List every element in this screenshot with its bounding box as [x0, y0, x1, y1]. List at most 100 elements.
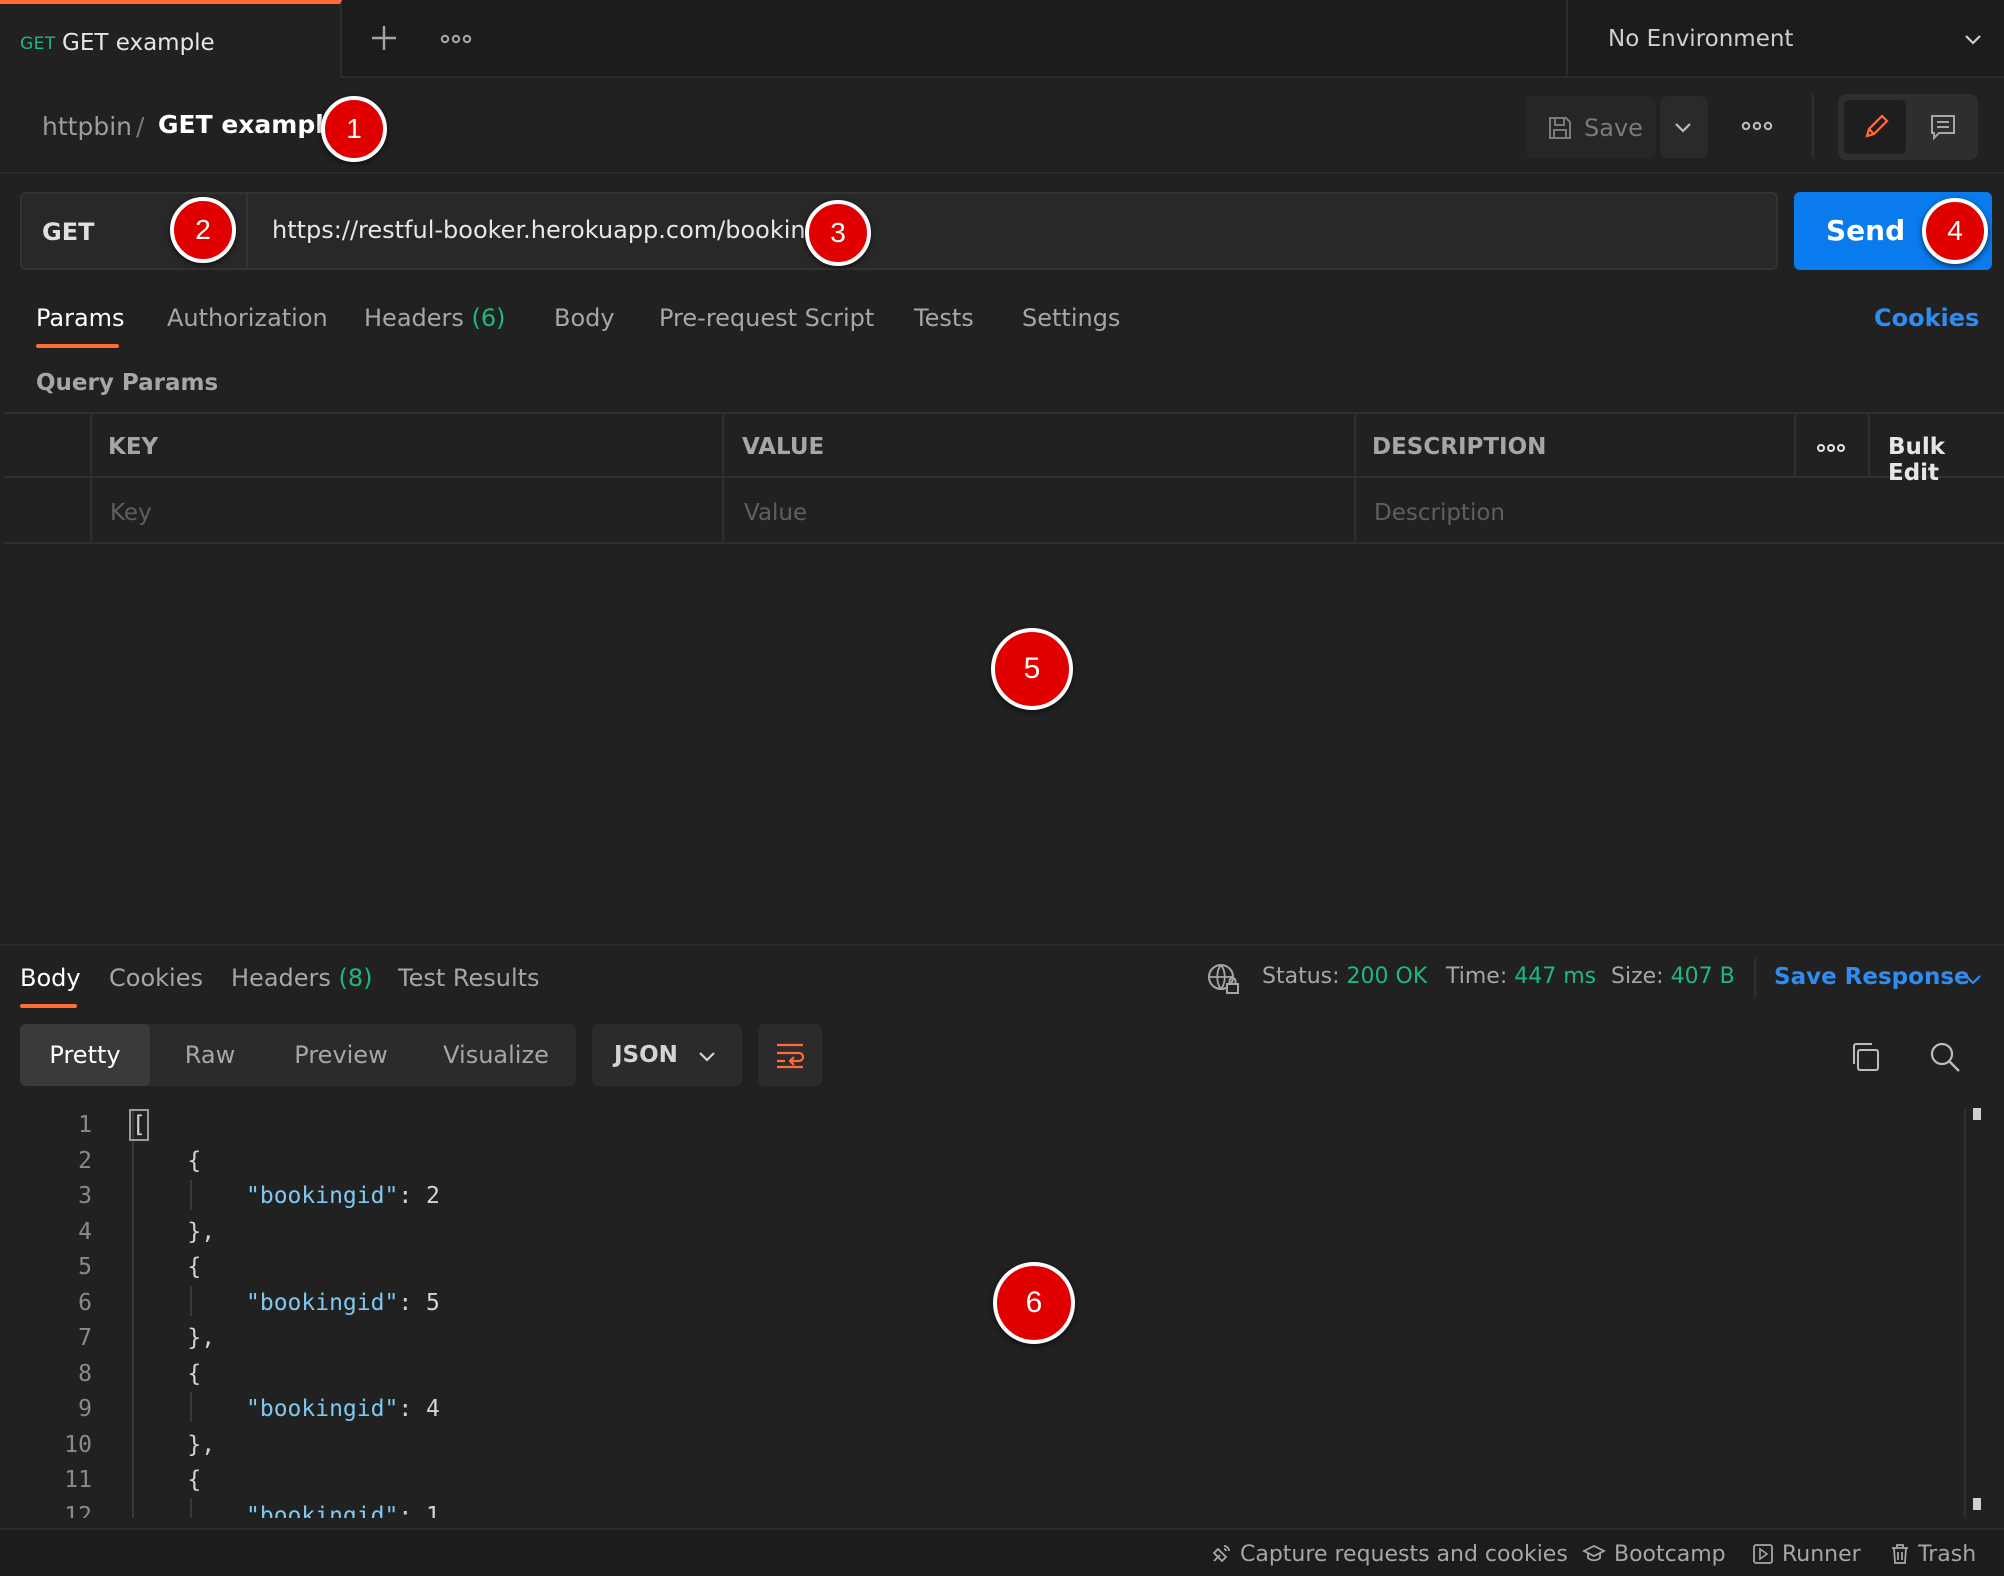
view-mode-raw[interactable]: Raw [160, 1024, 260, 1086]
response-tab-cookies[interactable]: Cookies [109, 964, 203, 992]
request-options-button[interactable] [1740, 110, 1774, 142]
edit-mode-button[interactable] [1844, 100, 1906, 154]
tab-method-badge: GET [20, 34, 56, 54]
cookies-link[interactable]: Cookies [1874, 304, 1979, 332]
environment-label: No Environment [1608, 26, 1794, 52]
line-number: 8 [78, 1361, 92, 1387]
tab-authorization[interactable]: Authorization [167, 304, 328, 332]
runner-label: Runner [1782, 1542, 1861, 1567]
value-input[interactable]: Value [744, 500, 807, 526]
code-line: }, [132, 1219, 216, 1245]
save-button[interactable]: Save [1526, 96, 1656, 158]
tab-body[interactable]: Body [554, 304, 615, 332]
new-tab-button[interactable] [366, 20, 402, 56]
wrap-lines-button[interactable] [758, 1024, 822, 1086]
table-row: Key Value Description [4, 480, 2004, 544]
globe-lock-icon[interactable] [1206, 962, 1240, 996]
key-input[interactable]: Key [110, 500, 152, 526]
response-headers-count: (8) [338, 964, 373, 992]
code-line: }, [132, 1432, 216, 1458]
capture-label: Capture requests and cookies [1240, 1542, 1568, 1567]
trash-button[interactable]: Trash [1890, 1542, 1976, 1567]
callout-4: 4 [1922, 198, 1988, 264]
copy-icon[interactable] [1848, 1040, 1882, 1074]
tab-tests[interactable]: Tests [914, 304, 974, 332]
save-label: Save [1584, 114, 1643, 142]
language-label: JSON [614, 1042, 678, 1068]
json-key: "bookingid" [246, 1290, 399, 1316]
indent-guide [190, 1286, 192, 1316]
breadcrumb-separator: / [136, 112, 145, 141]
chevron-down-icon[interactable] [1962, 970, 1984, 990]
query-params-table: KEY VALUE DESCRIPTION Bulk Edit Key Valu… [4, 412, 2004, 544]
bulk-edit-button[interactable]: Bulk Edit [1888, 434, 2004, 486]
save-response-button[interactable]: Save Response [1774, 964, 1970, 990]
bootcamp-button[interactable]: Bootcamp [1581, 1542, 1726, 1567]
view-mode-visualize[interactable]: Visualize [424, 1024, 568, 1086]
send-label: Send [1826, 214, 1906, 247]
tab-settings[interactable]: Settings [1022, 304, 1120, 332]
chevron-down-icon [699, 1052, 715, 1062]
tab-headers[interactable]: Headers (6) [364, 304, 506, 332]
response-tab-body[interactable]: Body [20, 964, 81, 992]
code-line: "bookingid": 1 [246, 1503, 440, 1518]
description-input[interactable]: Description [1374, 500, 1505, 526]
save-options-button[interactable] [1660, 96, 1708, 158]
tab-options-button[interactable] [440, 24, 472, 54]
indent-guide [190, 1180, 192, 1210]
json-value: 4 [426, 1396, 440, 1422]
environment-select[interactable]: No Environment [1568, 0, 2004, 78]
query-params-title: Query Params [36, 370, 219, 396]
code-line: { [132, 1148, 202, 1174]
line-number: 2 [78, 1148, 92, 1174]
callout-3: 3 [805, 200, 871, 266]
tab-params[interactable]: Params [36, 304, 125, 332]
active-tab-indicator [36, 344, 119, 348]
tab-bar: GET GET example No Environment [0, 0, 2004, 78]
view-mode-pretty[interactable]: Pretty [20, 1024, 150, 1086]
comments-button[interactable] [1914, 100, 1972, 154]
tab-prerequest-script[interactable]: Pre-request Script [659, 304, 874, 332]
json-key: "bookingid" [246, 1183, 399, 1209]
wrap-lines-icon [777, 1043, 805, 1069]
trash-icon [1892, 1544, 1908, 1564]
time-value: 447 ms [1514, 964, 1597, 989]
language-select[interactable]: JSON [592, 1024, 742, 1086]
scrollbar-marker [1973, 1108, 1981, 1120]
line-number: 3 [78, 1183, 92, 1209]
response-time[interactable]: Time: 447 ms [1446, 964, 1596, 989]
response-tab-test-results[interactable]: Test Results [398, 964, 540, 992]
url-bar: GET https://restful-booker.herokuapp.com… [20, 192, 1778, 270]
search-icon[interactable] [1928, 1040, 1962, 1074]
code-scrollbar-track[interactable] [1964, 1108, 1966, 1518]
pane-resize-handle[interactable] [0, 944, 2004, 946]
save-icon [1549, 117, 1571, 139]
response-size[interactable]: Size: 407 B [1611, 964, 1735, 989]
active-tab-indicator [20, 1004, 77, 1008]
divider [1812, 94, 1814, 158]
http-method-label: GET [42, 218, 95, 246]
code-line: { [132, 1254, 202, 1280]
view-mode-preview[interactable]: Preview [276, 1024, 406, 1086]
bootcamp-label: Bootcamp [1614, 1542, 1726, 1567]
time-label: Time: [1446, 964, 1508, 989]
request-header: httpbin / GET example Save [0, 80, 2004, 174]
graduation-cap-icon [1581, 1544, 1607, 1562]
response-status[interactable]: Status: 200 OK [1262, 964, 1427, 989]
url-input[interactable]: https://restful-booker.herokuapp.com/boo… [272, 216, 821, 244]
capture-requests-button[interactable]: Capture requests and cookies [1210, 1542, 1568, 1567]
request-tab-get-example[interactable]: GET GET example [0, 0, 342, 78]
line-number: 12 [64, 1503, 92, 1518]
column-header-key: KEY [108, 434, 159, 460]
column-header-value: VALUE [742, 434, 825, 460]
breadcrumb-collection[interactable]: httpbin [42, 112, 132, 141]
satellite-icon [1212, 1545, 1230, 1563]
breadcrumb-request-name[interactable]: GET example [158, 110, 341, 139]
chevron-down-icon [1675, 123, 1691, 133]
column-header-description: DESCRIPTION [1372, 434, 1547, 460]
runner-button[interactable]: Runner [1752, 1542, 1861, 1567]
code-line: "bookingid": 4 [246, 1396, 440, 1422]
response-tab-headers[interactable]: Headers (8) [231, 964, 373, 992]
more-horizontal-icon[interactable] [1816, 442, 1846, 454]
play-box-icon [1753, 1544, 1773, 1564]
